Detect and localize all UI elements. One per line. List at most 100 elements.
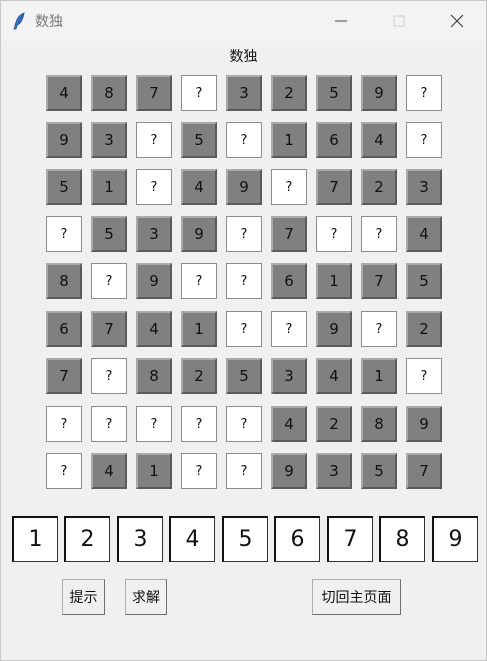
empty-cell[interactable]: ? bbox=[91, 358, 127, 394]
empty-cell[interactable]: ? bbox=[91, 406, 127, 442]
given-cell: 6 bbox=[316, 122, 352, 158]
hint-button[interactable]: 提示 bbox=[62, 579, 105, 615]
number-button-8[interactable]: 8 bbox=[379, 516, 425, 562]
given-cell: 8 bbox=[91, 75, 127, 111]
empty-cell[interactable]: ? bbox=[226, 216, 262, 252]
page-title: 数独 bbox=[229, 49, 258, 65]
given-cell: 9 bbox=[181, 216, 217, 252]
empty-cell[interactable]: ? bbox=[226, 263, 262, 299]
given-cell: 7 bbox=[361, 263, 397, 299]
given-cell: 5 bbox=[361, 453, 397, 489]
number-button-6[interactable]: 6 bbox=[274, 516, 320, 562]
empty-cell[interactable]: ? bbox=[361, 311, 397, 347]
given-cell: 5 bbox=[91, 216, 127, 252]
window-title: 数独 bbox=[35, 14, 63, 30]
empty-cell[interactable]: ? bbox=[91, 263, 127, 299]
given-cell: 7 bbox=[136, 75, 172, 111]
given-cell: 7 bbox=[406, 453, 442, 489]
app-window: 数独 数独 4 8 7? 3 2 5 9? 9 3? 5? 1 6 4? 5 1? 4 9? 7 2 3? 5 3 9? 7?… bbox=[0, 0, 487, 661]
empty-cell[interactable]: ? bbox=[406, 75, 442, 111]
given-cell: 9 bbox=[406, 406, 442, 442]
number-button-3[interactable]: 3 bbox=[117, 516, 163, 562]
given-cell: 9 bbox=[361, 75, 397, 111]
given-cell: 7 bbox=[91, 311, 127, 347]
given-cell: 7 bbox=[316, 169, 352, 205]
empty-cell[interactable]: ? bbox=[271, 311, 307, 347]
empty-cell[interactable]: ? bbox=[136, 122, 172, 158]
given-cell: 5 bbox=[406, 263, 442, 299]
given-cell: 6 bbox=[271, 263, 307, 299]
given-cell: 2 bbox=[316, 406, 352, 442]
given-cell: 9 bbox=[136, 263, 172, 299]
empty-cell[interactable]: ? bbox=[226, 311, 262, 347]
empty-cell[interactable]: ? bbox=[406, 122, 442, 158]
given-cell: 4 bbox=[316, 358, 352, 394]
given-cell: 3 bbox=[406, 169, 442, 205]
close-button[interactable] bbox=[434, 1, 480, 41]
given-cell: 1 bbox=[91, 169, 127, 205]
given-cell: 1 bbox=[316, 263, 352, 299]
given-cell: 4 bbox=[181, 169, 217, 205]
empty-cell[interactable]: ? bbox=[226, 453, 262, 489]
title-bar[interactable]: 数独 bbox=[1, 1, 486, 41]
given-cell: 4 bbox=[361, 122, 397, 158]
maximize-button[interactable] bbox=[376, 1, 422, 41]
given-cell: 5 bbox=[316, 75, 352, 111]
empty-cell[interactable]: ? bbox=[316, 216, 352, 252]
number-button-9[interactable]: 9 bbox=[432, 516, 478, 562]
given-cell: 1 bbox=[136, 453, 172, 489]
given-cell: 4 bbox=[271, 406, 307, 442]
empty-cell[interactable]: ? bbox=[226, 122, 262, 158]
given-cell: 3 bbox=[91, 122, 127, 158]
minimize-button[interactable] bbox=[318, 1, 364, 41]
number-button-1[interactable]: 1 bbox=[12, 516, 58, 562]
empty-cell[interactable]: ? bbox=[46, 406, 82, 442]
number-button-4[interactable]: 4 bbox=[169, 516, 215, 562]
close-icon bbox=[450, 14, 464, 28]
given-cell: 8 bbox=[361, 406, 397, 442]
given-cell: 2 bbox=[271, 75, 307, 111]
empty-cell[interactable]: ? bbox=[136, 169, 172, 205]
given-cell: 3 bbox=[316, 453, 352, 489]
minimize-icon bbox=[335, 20, 347, 22]
number-button-7[interactable]: 7 bbox=[327, 516, 373, 562]
feather-icon bbox=[13, 12, 25, 30]
given-cell: 6 bbox=[46, 311, 82, 347]
given-cell: 2 bbox=[361, 169, 397, 205]
empty-cell[interactable]: ? bbox=[181, 453, 217, 489]
empty-cell[interactable]: ? bbox=[361, 216, 397, 252]
given-cell: 9 bbox=[316, 311, 352, 347]
empty-cell[interactable]: ? bbox=[181, 406, 217, 442]
given-cell: 2 bbox=[181, 358, 217, 394]
given-cell: 2 bbox=[406, 311, 442, 347]
back-home-button[interactable]: 切回主页面 bbox=[312, 579, 401, 615]
given-cell: 4 bbox=[46, 75, 82, 111]
given-cell: 1 bbox=[361, 358, 397, 394]
number-button-5[interactable]: 5 bbox=[222, 516, 268, 562]
empty-cell[interactable]: ? bbox=[46, 453, 82, 489]
given-cell: 4 bbox=[406, 216, 442, 252]
given-cell: 9 bbox=[226, 169, 262, 205]
empty-cell[interactable]: ? bbox=[406, 358, 442, 394]
given-cell: 9 bbox=[46, 122, 82, 158]
given-cell: 1 bbox=[271, 122, 307, 158]
given-cell: 5 bbox=[181, 122, 217, 158]
given-cell: 4 bbox=[91, 453, 127, 489]
empty-cell[interactable]: ? bbox=[181, 263, 217, 299]
given-cell: 5 bbox=[46, 169, 82, 205]
empty-cell[interactable]: ? bbox=[271, 169, 307, 205]
given-cell: 8 bbox=[46, 263, 82, 299]
empty-cell[interactable]: ? bbox=[46, 216, 82, 252]
given-cell: 8 bbox=[136, 358, 172, 394]
empty-cell[interactable]: ? bbox=[226, 406, 262, 442]
given-cell: 3 bbox=[271, 358, 307, 394]
given-cell: 1 bbox=[181, 311, 217, 347]
given-cell: 4 bbox=[136, 311, 172, 347]
given-cell: 7 bbox=[271, 216, 307, 252]
solve-button[interactable]: 求解 bbox=[125, 579, 167, 615]
empty-cell[interactable]: ? bbox=[136, 406, 172, 442]
given-cell: 5 bbox=[226, 358, 262, 394]
given-cell: 9 bbox=[271, 453, 307, 489]
empty-cell[interactable]: ? bbox=[181, 75, 217, 111]
number-button-2[interactable]: 2 bbox=[64, 516, 110, 562]
